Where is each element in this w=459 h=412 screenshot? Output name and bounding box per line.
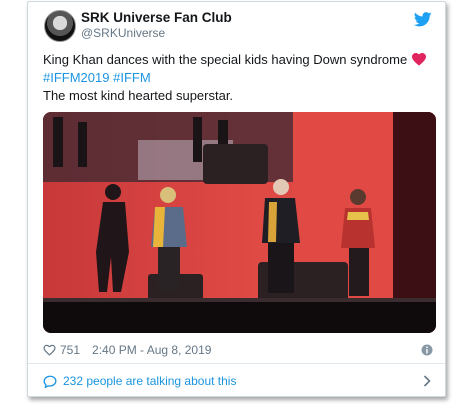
tweet-text-line-3: The most kind hearted superstar. bbox=[43, 88, 234, 103]
avatar[interactable] bbox=[44, 10, 76, 42]
conversation-link[interactable]: 232 people are talking about this bbox=[43, 374, 236, 388]
display-name[interactable]: SRK Universe Fan Club bbox=[81, 10, 232, 25]
tweet-card[interactable]: SRK Universe Fan Club @SRKUniverse King … bbox=[27, 1, 446, 397]
divider bbox=[28, 363, 445, 364]
twitter-bird-icon[interactable] bbox=[414, 12, 432, 27]
heart-outline-icon[interactable] bbox=[43, 344, 56, 356]
embedded-video[interactable] bbox=[43, 112, 436, 333]
video-frame bbox=[43, 112, 436, 333]
tweet-meta: 751 2:40 PM - Aug 8, 2019 bbox=[43, 343, 211, 357]
like-count[interactable]: 751 bbox=[60, 343, 80, 357]
tweet-text: King Khan dances with the special kids h… bbox=[43, 51, 438, 105]
info-icon[interactable] bbox=[421, 344, 433, 356]
speech-bubble-icon bbox=[43, 375, 57, 388]
hashtag-link[interactable]: #IFFM bbox=[113, 70, 151, 85]
talking-count[interactable]: 232 people are talking about this bbox=[63, 374, 236, 388]
red-heart-icon bbox=[412, 52, 427, 66]
tweet-text-line-1: King Khan dances with the special kids h… bbox=[43, 52, 408, 67]
hashtag-link[interactable]: #IFFM2019 bbox=[43, 70, 109, 85]
timestamp[interactable]: 2:40 PM - Aug 8, 2019 bbox=[92, 343, 211, 357]
user-handle[interactable]: @SRKUniverse bbox=[81, 26, 165, 40]
chevron-right-icon[interactable] bbox=[423, 375, 431, 387]
